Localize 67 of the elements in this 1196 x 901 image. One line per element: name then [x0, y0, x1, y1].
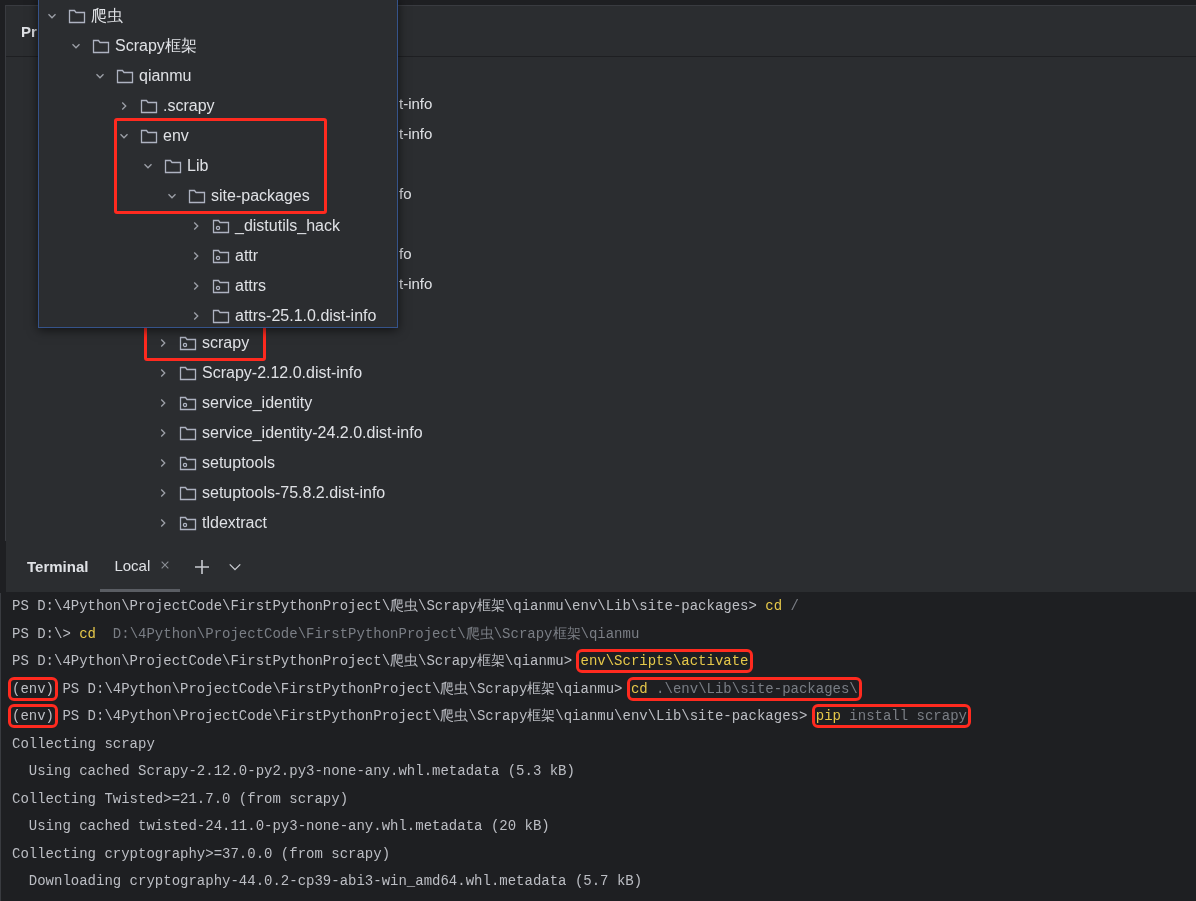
terminal-text: PS D:\4Python\ProjectCode\FirstPythonProject\爬虫\Scrapy框架\qianmu\env\Lib\site-packages> — [12, 598, 758, 614]
terminal-text: install scrapy — [848, 708, 967, 724]
terminal-text: env\Scripts\activate — [580, 653, 749, 669]
tree-item[interactable]: service_identity — [156, 388, 423, 418]
tree-item-text: fo — [399, 184, 412, 202]
terminal-text: pip — [815, 708, 841, 724]
tree-item[interactable]: env — [117, 121, 310, 151]
terminal-text: cd — [79, 625, 97, 642]
terminal-text: / — [789, 598, 799, 614]
tree-item[interactable]: Scrapy框架 — [45, 31, 215, 61]
folder-icon — [164, 158, 182, 174]
tree-item-text: t-info — [399, 124, 433, 142]
tree-item-text: t-info — [399, 274, 433, 292]
terminal-text: Downloading cryptography-44.0.2-cp39-abi3-win_amd64.whl.metadata (5.7 kB) — [27, 873, 643, 889]
terminal-text: (env) — [12, 708, 54, 724]
tree-item-text: t-info — [399, 94, 433, 112]
terminal-text: D:\4Python\ProjectCode\FirstPythonProject\爬虫\Scrapy框架\qianmu — [111, 625, 640, 642]
tree-item[interactable]: attr — [189, 241, 377, 271]
panel-title: Terminal — [27, 558, 89, 575]
folder-icon — [140, 128, 158, 144]
package-folder-icon — [179, 335, 197, 351]
package-folder-icon — [179, 455, 197, 471]
folder-icon — [179, 425, 197, 441]
add-icon[interactable] — [194, 558, 211, 575]
tree-item[interactable]: 爬虫 — [45, 1, 215, 31]
terminal-text: PS D:\4Python\ProjectCode\FirstPythonProject\爬虫\Scrapy框架\qianmu\env\Lib\site-packages> — [61, 708, 809, 724]
tree-item[interactable]: .scrapy — [45, 91, 215, 121]
tree-item[interactable]: site-packages — [117, 181, 310, 211]
tree-item[interactable]: tldextract — [156, 508, 423, 538]
terminal-text: Using cached twisted-24.11.0-py3-none-any.whl.metadata (20 kB) — [27, 818, 550, 834]
terminal-text: PS D:\4Python\ProjectCode\FirstPythonProject\爬虫\Scrapy框架\qianmu> — [61, 680, 624, 697]
package-folder-icon — [179, 395, 197, 411]
terminal-text: cd — [765, 598, 783, 614]
tree-item[interactable]: scrapy — [156, 328, 250, 358]
terminal-text: Collecting Twisted>=21.7.0 (from scrapy) — [12, 790, 349, 807]
terminal-text: (env) — [12, 680, 54, 697]
folder-icon — [140, 98, 158, 114]
terminal-text: PS D:\4Python\ProjectCode\FirstPythonProject\爬虫\Scrapy框架\qianmu> — [12, 653, 574, 669]
folder-icon — [188, 188, 206, 204]
tree-item[interactable]: qianmu — [45, 61, 215, 91]
package-folder-icon — [212, 248, 230, 264]
tree-item[interactable]: _distutils_hack — [189, 211, 377, 241]
folder-icon — [92, 38, 110, 54]
folder-icon — [68, 8, 86, 24]
close-icon[interactable] — [160, 560, 171, 570]
folder-icon — [179, 365, 197, 381]
terminal-text: Collecting cryptography>=37.0.0 (from scrapy) — [12, 845, 391, 862]
terminal-text: .\env\Lib\site-packages\ — [655, 680, 858, 697]
package-folder-icon — [212, 278, 230, 294]
tree-item[interactable]: setuptools — [156, 448, 423, 478]
tree-item[interactable]: attrs — [189, 271, 377, 301]
panel-title: Pr — [21, 22, 37, 40]
tree-item[interactable]: Scrapy-2.12.0.dist-info — [156, 358, 423, 388]
terminal-text: Using cached Scrapy-2.12.0-py2.py3-none-any.whl.metadata (5.3 kB) — [27, 763, 575, 779]
terminal-text: Collecting scrapy — [12, 735, 155, 752]
tree-item[interactable]: setuptools-75.8.2.dist-info — [156, 478, 423, 508]
terminal-text: PS D:\> — [12, 625, 72, 642]
folder-icon — [212, 308, 230, 324]
tree-item[interactable]: attrs-25.1.0.dist-info — [189, 301, 377, 327]
folder-icon — [116, 68, 134, 84]
package-folder-icon — [179, 515, 197, 531]
tree-item[interactable]: Lib — [117, 151, 310, 181]
tree-item[interactable]: service_identity-24.2.0.dist-info — [156, 418, 423, 448]
package-folder-icon — [212, 218, 230, 234]
terminal-text: cd — [630, 680, 648, 697]
folder-icon — [179, 485, 197, 501]
tree-item-text: fo — [399, 244, 412, 262]
